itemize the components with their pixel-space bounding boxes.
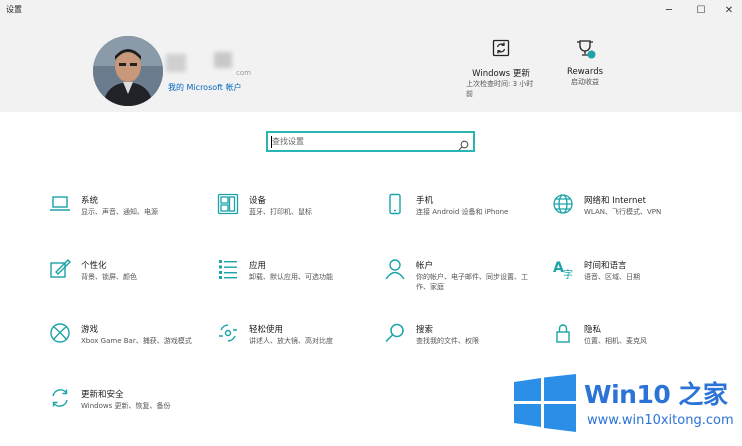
devices-label: 设备 xyxy=(249,196,267,206)
redacted-name-block xyxy=(166,54,186,72)
ease-of-access-label: 轻松使用 xyxy=(249,325,284,335)
privacy-setting[interactable]: 隐私 位置、相机、麦克风 xyxy=(552,322,712,372)
gaming-setting[interactable]: 游戏 Xbox Game Bar、捕获、游戏模式 xyxy=(49,322,209,372)
rewards-status: 启动收益 xyxy=(571,78,599,86)
close-button[interactable]: ✕ xyxy=(714,0,742,20)
phone-setting[interactable]: 手机 连接 Android 设备和 iPhone xyxy=(384,193,544,243)
devices-desc: 蓝牙、打印机、鼠标 xyxy=(249,208,312,216)
microsoft-account-link[interactable]: 我的 Microsoft 帐户 xyxy=(168,82,242,93)
search-icon xyxy=(384,322,406,344)
search-input[interactable]: 查找设置 xyxy=(266,131,475,152)
watermark-brand: Win10 之家 xyxy=(584,380,728,409)
settings-window: 设置 ─ ☐ ✕ com 我的 Microsoft 帐户 Windows 更新 … xyxy=(0,0,742,446)
windows-update-tile[interactable]: Windows 更新 上次检查时间: 3 小时 前 xyxy=(466,38,536,99)
update-security-desc: Windows 更新、恢复、备份 xyxy=(81,402,171,410)
network-setting[interactable]: 网络和 Internet WLAN、飞行模式、VPN xyxy=(552,193,712,243)
search-setting-label: 搜索 xyxy=(416,325,434,335)
rewards-tile[interactable]: Rewards 启动收益 xyxy=(560,38,610,87)
accounts-label: 帐户 xyxy=(416,261,434,271)
maximize-button[interactable]: ☐ xyxy=(686,0,716,20)
apps-list-icon xyxy=(217,258,239,280)
windows-logo-watermark xyxy=(514,374,576,436)
language-icon: A 字 xyxy=(552,258,574,281)
redacted-name-block xyxy=(214,52,232,68)
globe-icon xyxy=(552,193,574,215)
search-setting-desc: 查找我的文件、权限 xyxy=(416,337,479,345)
gaming-label: 游戏 xyxy=(81,325,99,335)
network-desc: WLAN、飞行模式、VPN xyxy=(584,208,662,216)
lock-icon xyxy=(552,322,574,344)
time-language-desc: 语音、区域、日期 xyxy=(584,273,640,281)
account-email: com xyxy=(236,69,251,77)
phone-icon xyxy=(384,193,406,215)
sync-icon xyxy=(491,38,511,58)
minimize-button[interactable]: ─ xyxy=(654,0,684,20)
paint-icon xyxy=(49,258,71,280)
update-security-label: 更新和安全 xyxy=(81,390,124,400)
personalization-setting[interactable]: 个性化 背景、锁屏、颜色 xyxy=(49,258,209,308)
account-header: com 我的 Microsoft 帐户 Windows 更新 上次检查时间: 3… xyxy=(0,20,742,112)
system-setting[interactable]: 系统 显示、声音、通知、电源 xyxy=(49,193,209,243)
apps-desc: 卸载、默认应用、可选功能 xyxy=(249,273,333,281)
windows-update-status: 上次检查时间: 3 小时 xyxy=(466,80,534,88)
personalization-desc: 背景、锁屏、颜色 xyxy=(81,273,137,281)
time-language-setting[interactable]: A 字 时间和语言 语音、区域、日期 xyxy=(552,258,712,308)
phone-desc: 连接 Android 设备和 iPhone xyxy=(416,208,509,216)
privacy-desc: 位置、相机、麦克风 xyxy=(584,337,647,345)
keyboard-icon xyxy=(217,193,239,215)
update-security-setting[interactable]: 更新和安全 Windows 更新、恢复、备份 xyxy=(49,387,209,437)
search-setting[interactable]: 搜索 查找我的文件、权限 xyxy=(384,322,544,372)
windows-update-title: Windows 更新 xyxy=(472,69,530,79)
ease-of-access-icon xyxy=(217,322,239,344)
devices-setting[interactable]: 设备 蓝牙、打印机、鼠标 xyxy=(217,193,377,243)
network-label: 网络和 Internet xyxy=(584,196,646,206)
windows-update-status-cont: 前 xyxy=(466,90,473,98)
svg-text:字: 字 xyxy=(563,268,573,280)
accounts-setting[interactable]: 帐户 你的帐户、电子邮件、同步设置、工作、家庭 xyxy=(384,258,544,308)
update-icon xyxy=(49,387,71,409)
personalization-label: 个性化 xyxy=(81,261,107,271)
trophy-icon xyxy=(575,38,596,59)
person-icon xyxy=(384,258,406,280)
apps-label: 应用 xyxy=(249,261,267,271)
phone-label: 手机 xyxy=(416,196,434,206)
apps-setting[interactable]: 应用 卸载、默认应用、可选功能 xyxy=(217,258,377,308)
accounts-desc: 你的帐户、电子邮件、同步设置、工作、家庭 xyxy=(416,273,528,291)
time-language-label: 时间和语言 xyxy=(584,261,627,271)
privacy-label: 隐私 xyxy=(584,325,602,335)
ease-of-access-desc: 讲述人、放大镜、高对比度 xyxy=(249,337,333,345)
rewards-title: Rewards xyxy=(566,67,604,77)
system-desc: 显示、声音、通知、电源 xyxy=(81,208,158,216)
watermark-url: www.win10xitong.com xyxy=(587,413,734,428)
title-bar: 设置 ─ ☐ ✕ xyxy=(0,0,742,20)
search-placeholder: 查找设置 xyxy=(272,137,304,146)
xbox-icon xyxy=(49,322,71,344)
avatar[interactable] xyxy=(93,36,163,106)
system-label: 系统 xyxy=(81,196,99,206)
gaming-desc: Xbox Game Bar、捕获、游戏模式 xyxy=(81,337,192,345)
window-title: 设置 xyxy=(6,5,22,14)
ease-of-access-setting[interactable]: 轻松使用 讲述人、放大镜、高对比度 xyxy=(217,322,377,372)
search-icon xyxy=(458,136,469,155)
laptop-icon xyxy=(49,193,71,215)
